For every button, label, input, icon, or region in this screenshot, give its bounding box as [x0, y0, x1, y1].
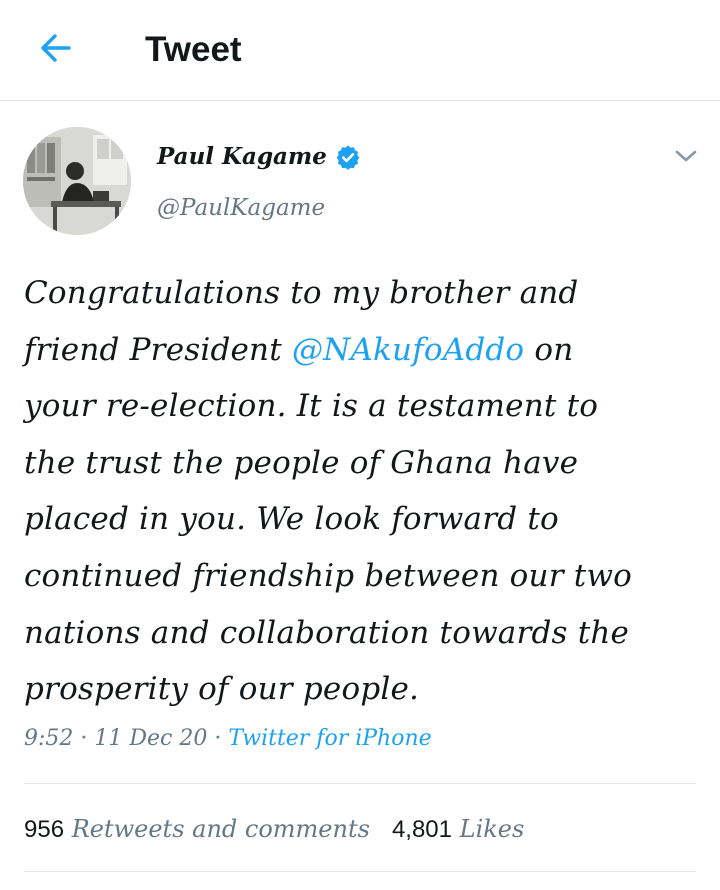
tweet-text: Congratulations to my brother and friend… — [24, 265, 704, 718]
author-name-text: Paul Kagame — [157, 143, 327, 170]
tweet-source-link[interactable]: Twitter for iPhone — [228, 726, 431, 751]
meta-separator: · — [73, 726, 95, 751]
mention-link[interactable]: @NAkufoAddo — [292, 332, 524, 368]
retweets-link[interactable]: Retweets and comments — [72, 815, 370, 843]
tweet-date: 11 Dec 20 — [94, 726, 208, 751]
avatar[interactable] — [23, 127, 131, 235]
author-handle[interactable]: @PaulKagame — [157, 192, 325, 224]
tweet-time: 9:52 — [24, 726, 74, 751]
divider — [24, 783, 696, 784]
divider — [24, 871, 696, 872]
author-name[interactable]: Paul Kagame — [157, 141, 361, 173]
tweet-line: the trust the people of Ghana have — [24, 444, 579, 481]
tweet-meta: 9:52 · 11 Dec 20 · Twitter for iPhone — [24, 723, 432, 755]
tweet-line: nations and collaboration towards the — [24, 614, 630, 651]
back-button[interactable] — [30, 26, 80, 70]
app-header: Tweet — [0, 0, 720, 101]
likes-link[interactable]: Likes — [460, 815, 525, 843]
likes-count: 4,801 — [391, 816, 452, 843]
arrow-left-icon — [41, 34, 71, 62]
tweet-line: Congratulations to my brother and — [24, 275, 579, 311]
tweet-text-segment: friend President — [24, 331, 292, 368]
tweet-line: prosperity of our people. — [24, 671, 420, 708]
tweet-line: placed in you. We look forward to — [24, 501, 559, 538]
tweet-line: friend President @NAkufoAddo on — [24, 322, 704, 379]
verified-badge-icon — [336, 145, 360, 170]
tweet-text-segment: on — [524, 331, 574, 368]
tweet-line: your re-election. It is a testament to — [24, 388, 599, 425]
chevron-down-icon[interactable] — [670, 140, 702, 172]
avatar-photo — [23, 127, 131, 235]
retweets-count: 956 — [24, 816, 65, 843]
tweet-stats: 956 Retweets and comments 4,801 Likes — [24, 812, 524, 847]
tweet-line: continued friendship between our two — [24, 557, 633, 594]
page-title: Tweet — [145, 30, 242, 69]
meta-separator: · — [207, 726, 229, 751]
